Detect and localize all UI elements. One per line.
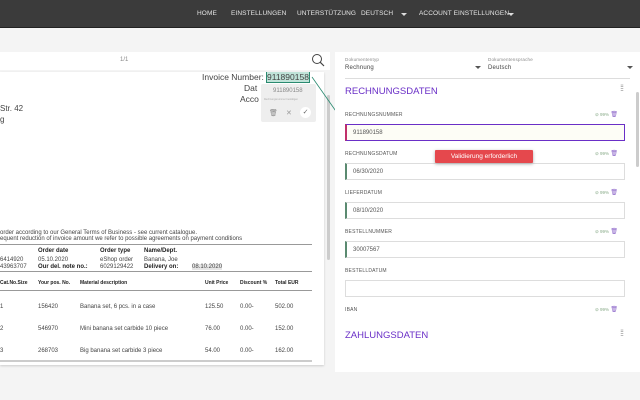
nav-language[interactable]: DEUTSCH xyxy=(361,10,393,17)
field-label: IBAN xyxy=(345,307,358,313)
order-type-label: Order type xyxy=(100,248,131,254)
form-scrollbar[interactable] xyxy=(636,92,639,167)
popup-hint: Rechnungsnummer bestätigen xyxy=(264,98,299,101)
delivery-label: Delivery on: xyxy=(144,264,179,270)
popup-value: 911890158 xyxy=(273,88,303,94)
doc-lang-select[interactable]: Deutsch xyxy=(488,65,511,71)
trash-icon[interactable]: 🗑 xyxy=(269,109,278,117)
cell: 6414920 xyxy=(0,257,24,263)
table-cell: 76.00 xyxy=(205,326,221,332)
doc-lang-label: Dokumentensprache xyxy=(488,57,533,62)
trash-icon[interactable]: 🗑 xyxy=(610,112,618,118)
column-header: Unit Price xyxy=(205,280,229,286)
viewer-toolbar: 1/1 xyxy=(0,52,330,70)
nav-home[interactable]: HOME xyxy=(197,10,217,17)
table-cell: 152.00 xyxy=(275,326,294,332)
trash-icon[interactable]: 🗑 xyxy=(610,151,618,157)
column-header: Cat.No.Size xyxy=(0,280,28,286)
doc-type-select[interactable]: Rechnung xyxy=(345,65,374,71)
cell: 43963707 xyxy=(0,264,27,270)
validation-tooltip: Validierung erforderlich xyxy=(435,150,533,163)
del-note-label: Our del. note no.: xyxy=(38,264,88,270)
table-cell: 54.00 xyxy=(205,348,221,354)
cell: Banana, Joe xyxy=(144,257,178,263)
column-header: Discount % xyxy=(240,280,268,286)
nav-support[interactable]: UNTERSTÜTZUNG xyxy=(297,10,356,17)
table-cell: Big banana set carbide 3 piece xyxy=(80,348,163,354)
column-header: Material description xyxy=(80,280,128,286)
field-input[interactable] xyxy=(345,280,625,297)
table-cell: 0.00- xyxy=(240,304,254,310)
trash-icon[interactable]: 🗑 xyxy=(610,307,618,313)
field-label: BESTELLNUMMER xyxy=(345,229,393,235)
field-label: BESTELLDATUM xyxy=(345,268,387,274)
table-cell: 3 xyxy=(0,348,4,354)
field-confidence: ⊘ 99% 🗑 xyxy=(595,151,618,157)
column-header: Total EUR xyxy=(275,280,299,286)
extraction-popup: 911890158 Rechnungsnummer bestätigen 🗑 ✕… xyxy=(261,84,316,122)
field-confidence: ⊘ 99% 🗑 xyxy=(595,112,618,118)
table-cell: Banana set, 6 pcs. in a case xyxy=(80,304,156,310)
field-input[interactable]: 911890158 xyxy=(345,124,625,141)
field-input[interactable]: 30007567 xyxy=(345,241,625,258)
trash-icon[interactable]: 🗑 xyxy=(610,190,618,196)
cell: 05.10.2020 xyxy=(38,257,69,263)
search-icon[interactable] xyxy=(311,53,325,67)
section-title-invoice: RECHNUNGSDATEN xyxy=(345,86,438,97)
table-cell: 502.00 xyxy=(275,304,294,310)
table-cell: 125.50 xyxy=(205,304,224,310)
top-nav: HOME EINSTELLUNGEN UNTERSTÜTZUNG DEUTSCH… xyxy=(0,0,640,28)
account-label: Acco xyxy=(240,94,259,104)
field-confidence: ⊘ 99% 🗑 xyxy=(595,229,618,235)
terms-line: equent reduction of invoice amount we re… xyxy=(0,236,243,242)
close-icon[interactable]: ✕ xyxy=(286,109,292,117)
invoice-number-label: Invoice Number: xyxy=(202,72,264,82)
cell: 08.10.2020 xyxy=(192,264,223,270)
address-street: Str. 42 xyxy=(0,104,24,113)
chevron-down-icon[interactable] xyxy=(401,13,407,16)
table-cell: 156420 xyxy=(38,304,59,310)
field-label: LIEFERDATUM xyxy=(345,190,383,196)
column-header: Your pos. No. xyxy=(38,280,71,286)
invoice-number-highlight[interactable]: 911890158 xyxy=(266,72,310,83)
table-cell: 0.00- xyxy=(240,326,254,332)
cell: 6029129422 xyxy=(100,264,134,270)
trash-icon[interactable]: 🗑 xyxy=(610,229,618,235)
date-label: Dat xyxy=(244,83,258,93)
field-input[interactable]: 08/10/2020 xyxy=(345,202,625,219)
table-cell: 268703 xyxy=(38,348,59,354)
field-label: RECHNUNGSNUMMER xyxy=(345,112,403,118)
table-cell: 0.00- xyxy=(240,348,254,354)
table-cell: 2 xyxy=(0,326,4,332)
table-cell: 546970 xyxy=(38,326,59,332)
field-confidence: ⊘ 99% 🗑 xyxy=(595,190,618,196)
field-confidence: ⊘ 99% 🗑 xyxy=(595,307,618,313)
nav-settings[interactable]: EINSTELLUNGEN xyxy=(231,10,286,17)
table-cell: 1 xyxy=(0,304,4,310)
chevron-down-icon[interactable] xyxy=(508,13,514,16)
doc-type-label: Dokumententyp xyxy=(345,57,380,62)
table-cell: Mini banana set carbide 10 piece xyxy=(80,326,169,332)
order-date-label: Order date xyxy=(38,248,69,254)
chevron-down-icon[interactable] xyxy=(627,66,633,69)
cell: eShop order xyxy=(100,257,134,263)
field-label: RECHNUNGSDATUM xyxy=(345,151,398,157)
field-input[interactable]: 06/30/2020 xyxy=(345,163,625,180)
address-city: g xyxy=(0,115,5,124)
chevron-down-icon[interactable] xyxy=(475,66,481,69)
section-title-payment: ZAHLUNGSDATEN xyxy=(345,330,429,341)
drag-handle-icon[interactable]: ⁞⁞ xyxy=(620,329,628,338)
table-cell: 162.00 xyxy=(275,348,294,354)
page-indicator: 1/1 xyxy=(120,57,129,63)
drag-handle-icon[interactable]: ⁞⁞ xyxy=(620,84,628,93)
name-label: Name/Dept. xyxy=(144,248,178,254)
nav-account-settings[interactable]: ACCOUNT EINSTELLUNGEN xyxy=(419,10,509,17)
invoice-document: Invoice Number: 911890158 Dat Acco Str. … xyxy=(0,72,324,365)
